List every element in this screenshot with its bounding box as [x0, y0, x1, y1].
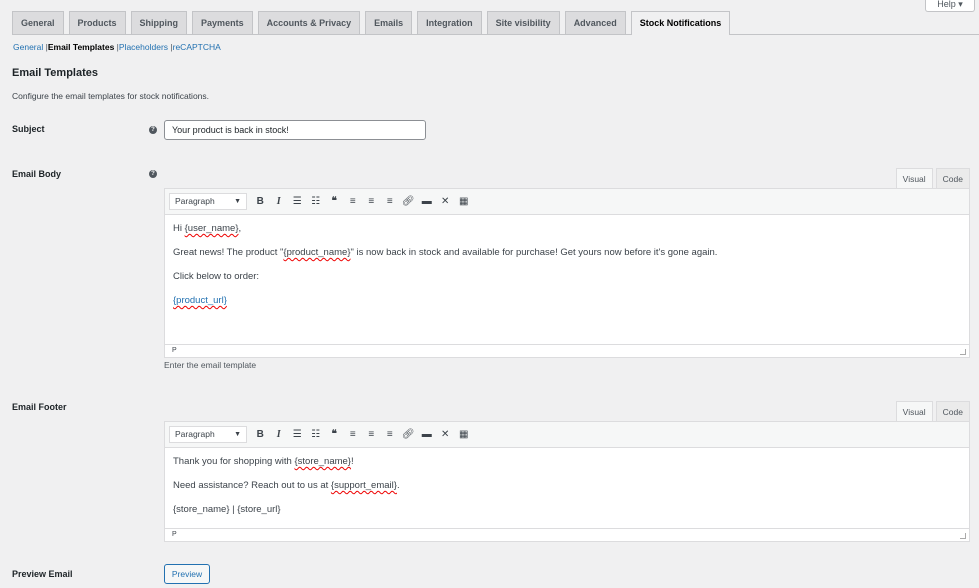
visual-tab[interactable]: Visual [895, 401, 933, 421]
read-more-icon[interactable]: ▬ [418, 429, 437, 440]
editor-path: P [165, 344, 969, 357]
subnav-recaptcha[interactable]: reCAPTCHA [173, 42, 221, 52]
text: Need assistance? Reach out to us at [173, 480, 331, 491]
bullet-list-icon[interactable]: ☰ [288, 429, 307, 440]
code-tab[interactable]: Code [935, 168, 970, 188]
editor-path: P [165, 528, 969, 541]
placeholder-token: {store_name} [294, 456, 351, 467]
align-right-icon[interactable]: ≡ [381, 196, 400, 207]
tab-accounts-privacy[interactable]: Accounts & Privacy [257, 11, 361, 34]
text: Hi [173, 223, 185, 234]
editor-toolbar: Paragraph ▼ B I ☰ ☷ ❝ ≡ ≡ ≡ 🔗︎ ▬ ✕ ▦ [165, 189, 969, 215]
fullscreen-icon[interactable]: ✕ [436, 429, 455, 440]
tab-stock-notifications[interactable]: Stock Notifications [630, 11, 731, 35]
tab-shipping[interactable]: Shipping [130, 11, 188, 34]
subnav-placeholders[interactable]: Placeholders [119, 42, 168, 52]
body-editor-tabs: Visual Code [895, 168, 970, 188]
italic-icon[interactable]: I [270, 196, 289, 207]
placeholder-token: {product_name} [283, 247, 351, 258]
toolbar-toggle-icon[interactable]: ▦ [455, 196, 474, 207]
link-icon[interactable]: 🔗︎ [399, 196, 418, 207]
tab-payments[interactable]: Payments [192, 11, 253, 34]
tab-general[interactable]: General [12, 11, 64, 34]
link-icon[interactable]: 🔗︎ [399, 429, 418, 440]
blockquote-icon[interactable]: ❝ [325, 429, 344, 440]
blockquote-icon[interactable]: ❝ [325, 196, 344, 207]
help-tip-icon[interactable]: ? [149, 126, 157, 134]
section-description: Configure the email templates for stock … [12, 91, 210, 101]
email-body-content[interactable]: Hi {user_name}, Great news! The product … [165, 215, 969, 344]
chevron-down-icon: ▼ [234, 198, 241, 205]
subnav-general[interactable]: General [13, 42, 43, 52]
italic-icon[interactable]: I [270, 429, 289, 440]
bullet-list-icon[interactable]: ☰ [288, 196, 307, 207]
subnav-email-templates[interactable]: Email Templates [48, 42, 114, 52]
tab-integration[interactable]: Integration [417, 11, 482, 34]
footer-editor-tabs: Visual Code [895, 401, 970, 421]
email-footer-editor: Paragraph ▼ B I ☰ ☷ ❝ ≡ ≡ ≡ 🔗︎ ▬ ✕ ▦ Than… [164, 421, 970, 542]
placeholder-token: {support_email} [330, 480, 397, 491]
align-right-icon[interactable]: ≡ [381, 429, 400, 440]
placeholder-token: {user_name} [184, 223, 239, 234]
format-select[interactable]: Paragraph ▼ [169, 426, 247, 443]
email-body-hint: Enter the email template [164, 360, 257, 370]
subnav: General |Email Templates |Placeholders |… [13, 42, 221, 52]
chevron-down-icon: ▼ [234, 431, 241, 438]
text: Click below to order: [173, 271, 260, 282]
bold-icon[interactable]: B [251, 196, 270, 207]
text: . [396, 480, 400, 491]
fullscreen-icon[interactable]: ✕ [436, 196, 455, 207]
text: , [238, 223, 242, 234]
format-select[interactable]: Paragraph ▼ [169, 193, 247, 210]
tab-site-visibility[interactable]: Site visibility [486, 11, 560, 34]
toolbar-toggle-icon[interactable]: ▦ [455, 429, 474, 440]
subject-label: Subject [12, 124, 45, 134]
email-body-label: Email Body [12, 169, 62, 179]
text: Thank you for shopping with [173, 456, 295, 467]
email-footer-content[interactable]: Thank you for shopping with {store_name}… [165, 448, 969, 528]
tab-products[interactable]: Products [68, 11, 126, 34]
preview-email-label: Preview Email [12, 569, 73, 579]
numbered-list-icon[interactable]: ☷ [307, 196, 326, 207]
align-center-icon[interactable]: ≡ [362, 196, 381, 207]
text: ! [350, 456, 354, 467]
tab-emails[interactable]: Emails [365, 11, 413, 34]
text: {store_name} | {store_url} [173, 504, 281, 515]
text: " is now back in stock and available for… [350, 247, 718, 258]
align-left-icon[interactable]: ≡ [344, 196, 363, 207]
code-tab[interactable]: Code [935, 401, 970, 421]
settings-tabs: General Products Shipping Payments Accou… [12, 11, 979, 35]
email-body-editor: Paragraph ▼ B I ☰ ☷ ❝ ≡ ≡ ≡ 🔗︎ ▬ ✕ ▦ Hi {… [164, 188, 970, 358]
preview-button[interactable]: Preview [164, 564, 210, 584]
product-url-link[interactable]: {product_url} [173, 295, 227, 306]
bold-icon[interactable]: B [251, 429, 270, 440]
align-left-icon[interactable]: ≡ [344, 429, 363, 440]
help-tip-icon[interactable]: ? [149, 170, 157, 178]
format-value: Paragraph [175, 429, 215, 439]
section-title: Email Templates [12, 67, 98, 79]
read-more-icon[interactable]: ▬ [418, 196, 437, 207]
text: Great news! The product " [173, 247, 284, 258]
align-center-icon[interactable]: ≡ [362, 429, 381, 440]
subject-input[interactable]: Your product is back in stock! [164, 120, 426, 140]
tab-advanced[interactable]: Advanced [564, 11, 626, 34]
editor-toolbar: Paragraph ▼ B I ☰ ☷ ❝ ≡ ≡ ≡ 🔗︎ ▬ ✕ ▦ [165, 422, 969, 448]
visual-tab[interactable]: Visual [895, 168, 933, 188]
format-value: Paragraph [175, 196, 215, 206]
numbered-list-icon[interactable]: ☷ [307, 429, 326, 440]
email-footer-label: Email Footer [12, 402, 67, 412]
